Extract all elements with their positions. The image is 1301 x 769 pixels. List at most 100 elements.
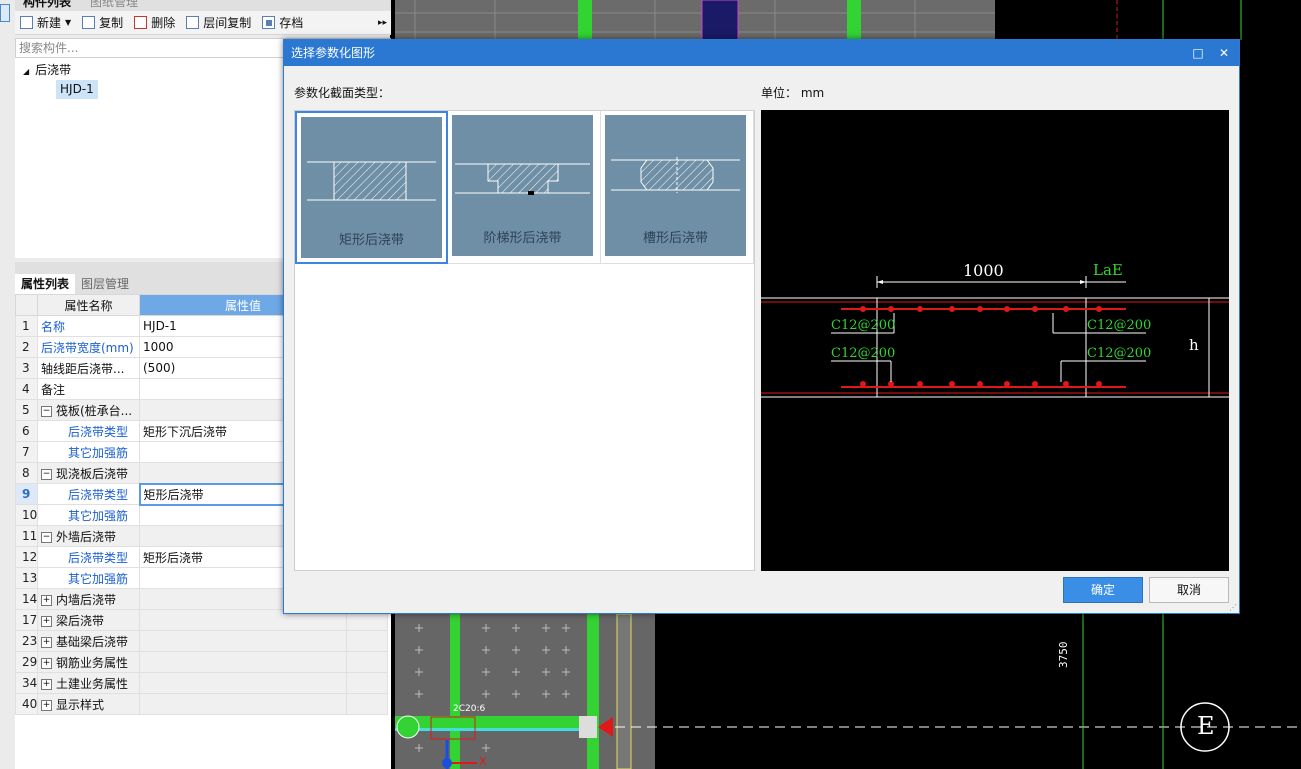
header-prop-name: 属性名称 [37,294,140,316]
select-param-shape-dialog: 选择参数化图形 □ ✕ 参数化截面类型： 单位： mm 矩形后浇带 阶梯形后浇带… [283,39,1240,614]
row-number: 1 [15,315,38,337]
new-button[interactable]: 新建 ▼ [20,14,71,31]
row-number: 4 [15,378,38,400]
axis-x-label: X [479,755,487,768]
dialog-title: 选择参数化图形 [291,46,376,60]
property-name-text: 基础梁后浇带 [56,634,129,649]
property-name: 轴线距后浇带... [37,357,140,379]
property-name-text: 后浇带宽度(mm) [41,340,134,355]
property-name-text: 后浇带类型 [68,487,129,502]
property-name-text: 其它加强筋 [68,445,129,460]
more-icon[interactable]: ▸▸ [378,18,387,28]
property-name: 名称 [37,315,140,337]
copy-button[interactable]: 复制 [82,14,123,31]
delete-button[interactable]: 删除 [134,14,175,31]
expand-icon[interactable]: + [41,636,52,648]
save-icon [262,16,276,29]
top-tabs: 构件列表 图纸管理 [15,0,391,11]
property-name: 后浇带类型 [37,420,140,442]
expand-icon[interactable]: + [41,678,52,690]
row-number: 7 [15,441,38,463]
tree-node-root[interactable]: ◢ 后浇带 [23,61,71,78]
collapse-icon[interactable]: − [41,405,52,417]
shape-thumb-step: 阶梯形后浇带 [452,115,593,256]
row-number: 2 [15,336,38,358]
preview-dim-width: 1000 [963,261,1004,280]
cancel-button[interactable]: 取消 [1149,577,1229,603]
preview-h-label: h [1189,336,1199,354]
collapse-icon[interactable]: − [41,468,52,480]
property-name-text: 后浇带类型 [68,550,129,565]
property-name: 其它加强筋 [37,504,140,526]
delete-icon [134,16,148,29]
row-number: 6 [15,420,38,442]
property-name-text: 现浇板后浇带 [56,466,129,481]
ok-button[interactable]: 确定 [1063,577,1143,603]
row-number: 23 [15,630,38,652]
unit-label: 单位： mm [761,86,825,100]
preview-rebar-bl: C12@200 [831,346,896,361]
row-number: 14 [15,588,38,610]
tree-node-hjd1[interactable]: HJD-1 [56,80,98,99]
floor-copy-icon [186,16,200,29]
row-number: 29 [15,651,38,673]
tab-drawing-manage[interactable]: 图纸管理 [90,0,138,10]
property-name: + 显示样式 [37,693,140,715]
save-button[interactable]: 存档 [262,14,303,31]
floor-copy-button[interactable]: 层间复制 [186,14,251,31]
property-value[interactable] [139,672,347,694]
row-number: 5 [15,399,38,421]
dialog-title-bar[interactable]: 选择参数化图形 □ ✕ [284,40,1239,66]
property-row[interactable]: 29 + 钢筋业务属性 [15,651,388,673]
property-extra [346,693,388,715]
expand-icon[interactable]: + [41,615,52,627]
row-number: 17 [15,609,38,631]
tab-component-list[interactable]: 构件列表 [23,0,71,10]
expand-icon[interactable]: + [41,699,52,711]
preview-dim-lae: LaE [1093,261,1123,279]
shape-caption: 槽形后浇带 [642,231,708,246]
tab-property-list[interactable]: 属性列表 [15,274,76,294]
new-file-icon [20,16,33,29]
property-value[interactable] [139,651,347,673]
shape-preview: 1000 LaE C12@200 C12@200 C12@200 C12@200… [761,110,1229,571]
property-name-text: 其它加强筋 [68,571,129,586]
shape-option-rect[interactable]: 矩形后浇带 [295,111,448,264]
collapse-icon[interactable]: − [41,531,52,543]
property-value[interactable] [139,693,347,715]
shape-option-groove[interactable]: 槽形后浇带 [601,111,754,264]
left-edge-icon[interactable] [0,4,10,22]
axis-bubble-e[interactable]: E [1197,712,1215,740]
shape-option-step[interactable]: 阶梯形后浇带 [448,111,601,264]
property-row[interactable]: 40 + 显示样式 [15,693,388,715]
property-name-text: 筏板(桩承台... [56,403,133,418]
shape-caption: 矩形后浇带 [338,233,404,248]
expand-icon[interactable]: + [41,594,52,606]
dropdown-icon: ▼ [65,18,72,27]
property-name: − 筏板(桩承台... [37,399,140,421]
maximize-icon[interactable]: □ [1185,40,1211,66]
property-name-text: 名称 [41,319,66,334]
close-icon[interactable]: ✕ [1211,40,1237,66]
shape-thumb-groove: 槽形后浇带 [605,115,746,256]
row-number: 11 [15,525,38,547]
property-value[interactable] [139,630,347,652]
shape-gallery: 矩形后浇带 阶梯形后浇带 槽形后浇带 [294,110,755,571]
property-name: 其它加强筋 [37,567,140,589]
row-number: 10 [15,504,38,526]
expand-icon[interactable]: + [41,657,52,669]
row-number: 8 [15,462,38,484]
property-name: 其它加强筋 [37,441,140,463]
property-row[interactable]: 34 + 土建业务属性 [15,672,388,694]
component-toolbar: 新建 ▼ 复制 删除 层间复制 存档 ▸▸ [15,11,391,35]
property-name-text: 外墙后浇带 [56,529,117,544]
property-name-text: 后浇带类型 [68,424,129,439]
resize-grip-icon[interactable]: ⋰ [1229,603,1237,612]
row-number: 13 [15,567,38,589]
tab-layer-manage[interactable]: 图层管理 [75,274,135,294]
copy-icon [82,16,96,29]
collapse-icon[interactable]: ◢ [23,67,29,76]
property-name: + 内墙后浇带 [37,588,140,610]
preview-rebar-tl: C12@200 [831,318,896,333]
property-row[interactable]: 23 + 基础梁后浇带 [15,630,388,652]
